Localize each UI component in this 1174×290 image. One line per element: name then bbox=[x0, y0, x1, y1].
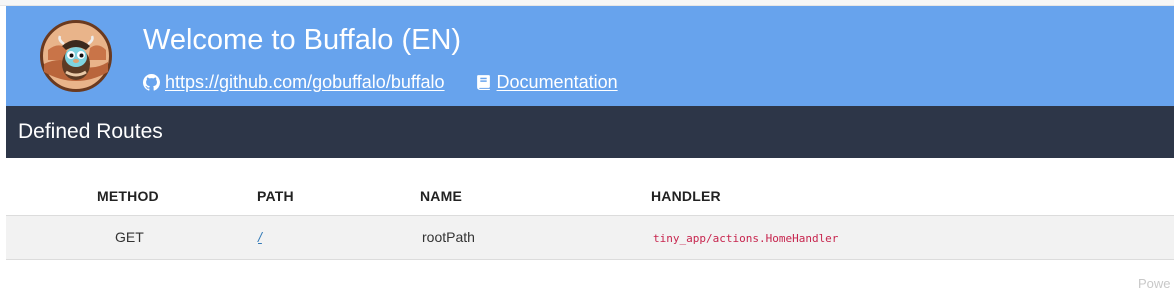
table-row: GET / rootPath tiny_app/actions.HomeHand… bbox=[6, 216, 1174, 260]
route-method: GET bbox=[115, 229, 144, 245]
route-name: rootPath bbox=[422, 229, 475, 245]
routes-table: METHOD PATH NAME HANDLER GET / rootPath … bbox=[6, 176, 1174, 260]
column-header-path: PATH bbox=[257, 188, 294, 204]
page: Welcome to Buffalo (EN) https://github.c… bbox=[0, 0, 1174, 290]
column-header-method: METHOD bbox=[97, 188, 159, 204]
footer-powered-by: Powe bbox=[1138, 276, 1171, 290]
routes-section-title: Defined Routes bbox=[18, 120, 163, 143]
documentation-link-label: Documentation bbox=[496, 71, 618, 92]
table-header-row: METHOD PATH NAME HANDLER bbox=[6, 176, 1174, 216]
route-handler: tiny_app/actions.HomeHandler bbox=[653, 232, 839, 245]
welcome-header: Welcome to Buffalo (EN) https://github.c… bbox=[6, 6, 1174, 106]
github-link[interactable]: https://github.com/gobuffalo/buffalo bbox=[143, 72, 445, 93]
header-links: https://github.com/gobuffalo/buffalo Doc… bbox=[143, 71, 618, 93]
column-header-handler: HANDLER bbox=[651, 188, 721, 204]
book-icon bbox=[476, 74, 490, 90]
routes-section-header: Defined Routes bbox=[6, 106, 1174, 158]
documentation-link[interactable]: Documentation bbox=[475, 72, 618, 93]
column-header-name: NAME bbox=[420, 188, 463, 204]
route-path-link[interactable]: / bbox=[258, 229, 262, 245]
github-link-label: https://github.com/gobuffalo/buffalo bbox=[165, 71, 445, 92]
page-title: Welcome to Buffalo (EN) bbox=[143, 24, 462, 56]
buffalo-logo-icon bbox=[40, 20, 112, 92]
github-icon bbox=[143, 73, 160, 91]
